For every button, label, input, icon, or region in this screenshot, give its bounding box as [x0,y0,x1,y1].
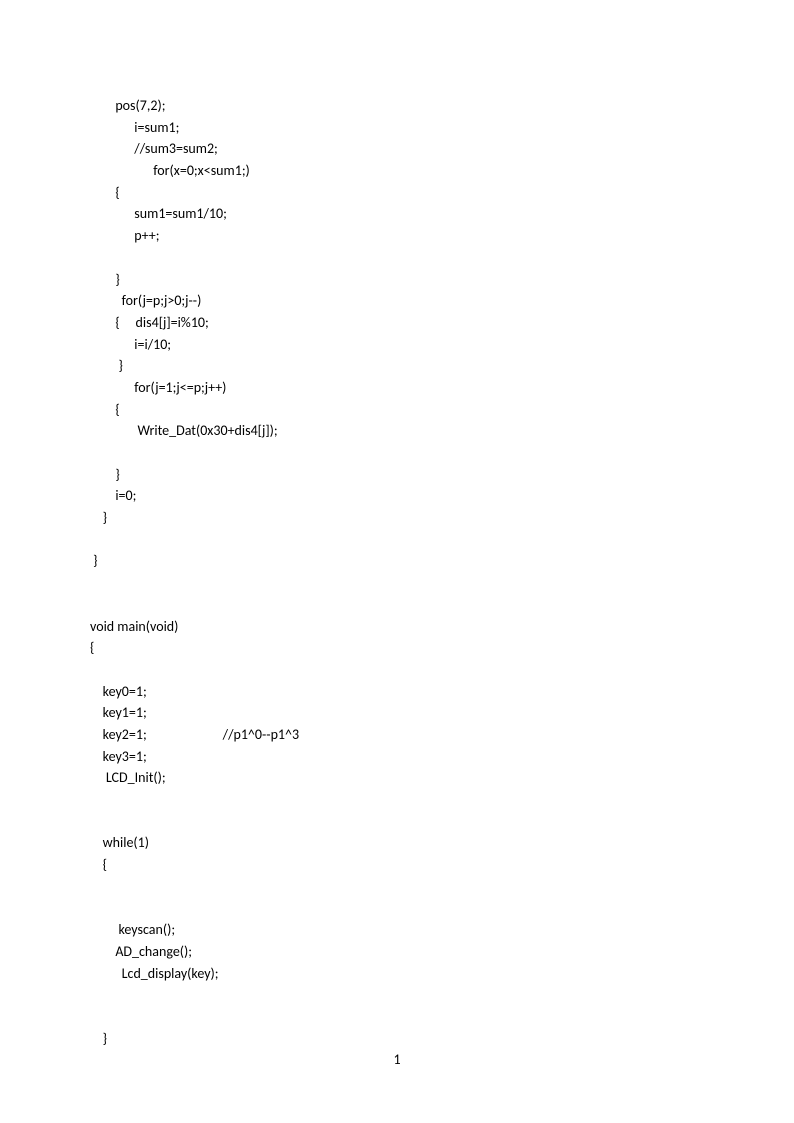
code-line: { [90,854,704,876]
code-line: for(j=p;j>0;j--) [90,290,704,312]
code-line: //sum3=sum2; [90,138,704,160]
code-line: } [90,269,704,291]
code-line: } [90,1028,704,1050]
code-line: key3=1; [90,746,704,768]
code-line: key1=1; [90,702,704,724]
code-line: { [90,637,704,659]
code-line: { [90,182,704,204]
code-line: sum1=sum1/10; [90,203,704,225]
code-line: AD_change(); [90,941,704,963]
code-line: Write_Dat(0x30+dis4[j]); [90,420,704,442]
code-line [90,529,704,551]
code-line: for(j=1;j<=p;j++) [90,377,704,399]
code-line: key2=1; //p1^0--p1^3 [90,724,704,746]
code-line: while(1) [90,832,704,854]
code-line: } [90,464,704,486]
code-line [90,984,704,1006]
code-line: } [90,507,704,529]
code-line [90,594,704,616]
code-line: } [90,355,704,377]
code-line: LCD_Init(); [90,767,704,789]
code-line [90,1006,704,1028]
code-line [90,659,704,681]
code-line: key0=1; [90,681,704,703]
code-line: i=i/10; [90,334,704,356]
code-line: i=sum1; [90,117,704,139]
code-line [90,897,704,919]
page-number: 1 [0,1049,794,1071]
code-line: { [90,399,704,421]
code-line: } [90,550,704,572]
code-line: for(x=0;x<sum1;) [90,160,704,182]
code-line: pos(7,2); [90,95,704,117]
code-line: keyscan(); [90,919,704,941]
code-line: { dis4[j]=i%10; [90,312,704,334]
code-line [90,247,704,269]
code-line [90,442,704,464]
code-line: Lcd_display(key); [90,963,704,985]
code-line: void main(void) [90,616,704,638]
code-line: p++; [90,225,704,247]
code-line [90,789,704,811]
code-line [90,811,704,833]
code-line: i=0; [90,485,704,507]
code-line [90,572,704,594]
code-line [90,876,704,898]
code-document: pos(7,2); i=sum1; //sum3=sum2; for(x=0;x… [0,0,794,1109]
